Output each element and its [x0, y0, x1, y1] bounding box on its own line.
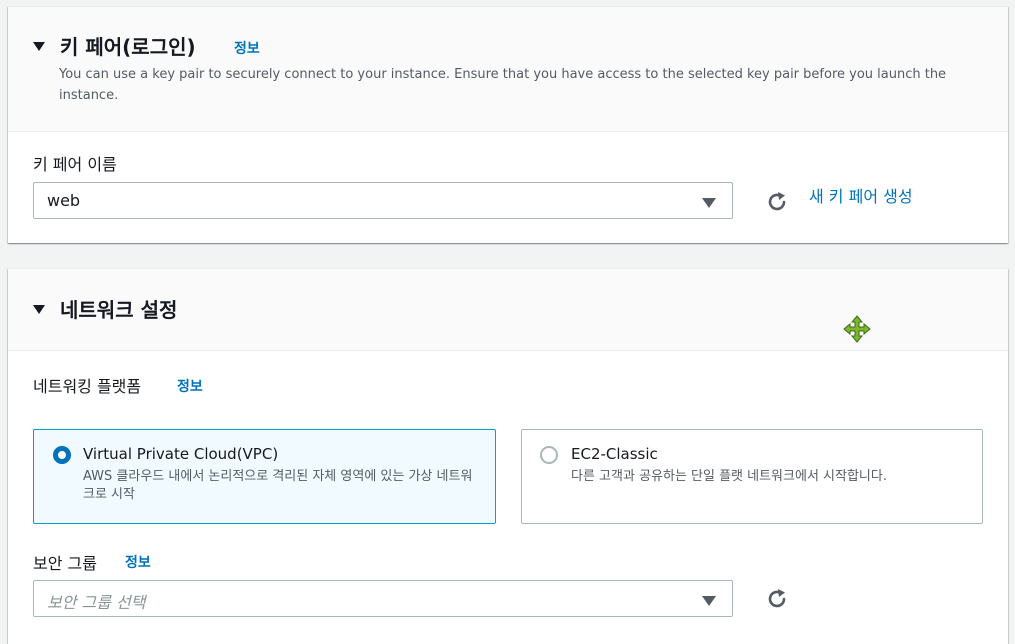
keypair-select-value: web [47, 191, 81, 210]
keypair-title: 키 페어(로그인) [60, 35, 196, 59]
network-title: 네트워크 설정 [60, 298, 178, 322]
ec2-classic-radio-unchecked[interactable] [540, 446, 558, 464]
security-group-info-link[interactable]: 정보 [125, 552, 151, 572]
keypair-description: You can use a key pair to securely conne… [59, 67, 947, 103]
platform-info-link[interactable]: 정보 [177, 376, 203, 396]
ec2-classic-option-description: 다른 고객과 공유하는 단일 플랫 네트워크에서 시작합니다. [571, 469, 887, 484]
ec2-classic-option-title: EC2-Classic [571, 445, 658, 463]
keypair-panel: 키 페어(로그인) 정보 You can use a key pair to s… [8, 6, 1008, 243]
refresh-icon[interactable] [765, 190, 789, 214]
collapse-caret-icon[interactable] [33, 305, 45, 314]
keypair-select[interactable]: web [33, 182, 733, 219]
dropdown-caret-icon [702, 198, 716, 208]
keypair-info-link[interactable]: 정보 [234, 38, 260, 58]
collapse-caret-icon[interactable] [33, 42, 45, 51]
security-group-label: 보안 그룹 [33, 554, 97, 573]
vpc-option-description: AWS 클라우드 내에서 논리적으로 격리된 자체 영역에 있는 가상 네트워크… [83, 469, 473, 502]
keypair-panel-header: 키 페어(로그인) 정보 You can use a key pair to s… [8, 7, 1008, 132]
dropdown-caret-icon [702, 596, 716, 606]
security-group-select[interactable]: 보안 그룹 선택 [33, 580, 733, 617]
vpc-option-title: Virtual Private Cloud(VPC) [83, 445, 279, 463]
keypair-name-label: 키 페어 이름 [33, 155, 117, 174]
refresh-icon[interactable] [765, 587, 789, 611]
security-group-placeholder: 보안 그룹 선택 [47, 593, 146, 612]
new-keypair-link[interactable]: 새 키 페어 생성 [809, 183, 913, 207]
vpc-radio-checked[interactable] [53, 446, 71, 464]
move-cursor-icon [843, 315, 871, 343]
vpc-option-tile[interactable]: Virtual Private Cloud(VPC) AWS 클라우드 내에서 … [33, 429, 496, 524]
networking-platform-label: 네트워킹 플랫폼 [33, 377, 142, 396]
ec2-classic-option-tile[interactable]: EC2-Classic 다른 고객과 공유하는 단일 플랫 네트워크에서 시작합… [521, 429, 983, 524]
